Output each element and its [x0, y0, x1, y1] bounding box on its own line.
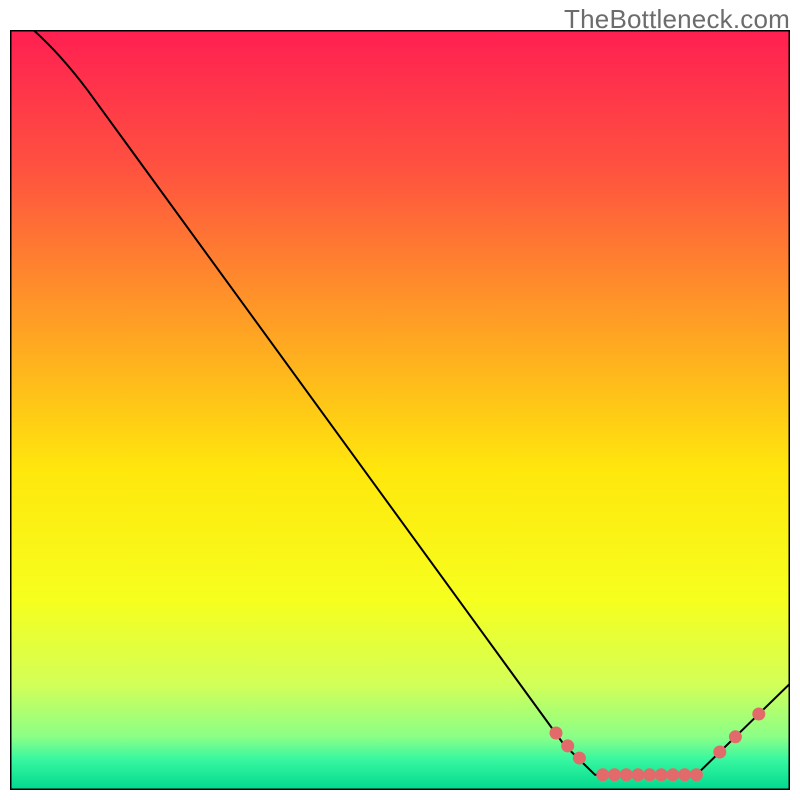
- data-point: [667, 768, 680, 781]
- data-point: [608, 768, 621, 781]
- data-point: [752, 708, 765, 721]
- chart-container: TheBottleneck.com: [0, 0, 800, 800]
- data-point: [573, 752, 586, 765]
- data-point: [713, 746, 726, 759]
- chart-svg: [10, 30, 790, 790]
- data-point: [620, 768, 633, 781]
- data-point: [729, 730, 742, 743]
- data-point: [550, 727, 563, 740]
- data-point: [631, 768, 644, 781]
- data-point: [690, 768, 703, 781]
- data-point: [596, 768, 609, 781]
- data-point: [643, 768, 656, 781]
- data-point: [561, 739, 574, 752]
- data-point: [655, 768, 668, 781]
- data-point: [678, 768, 691, 781]
